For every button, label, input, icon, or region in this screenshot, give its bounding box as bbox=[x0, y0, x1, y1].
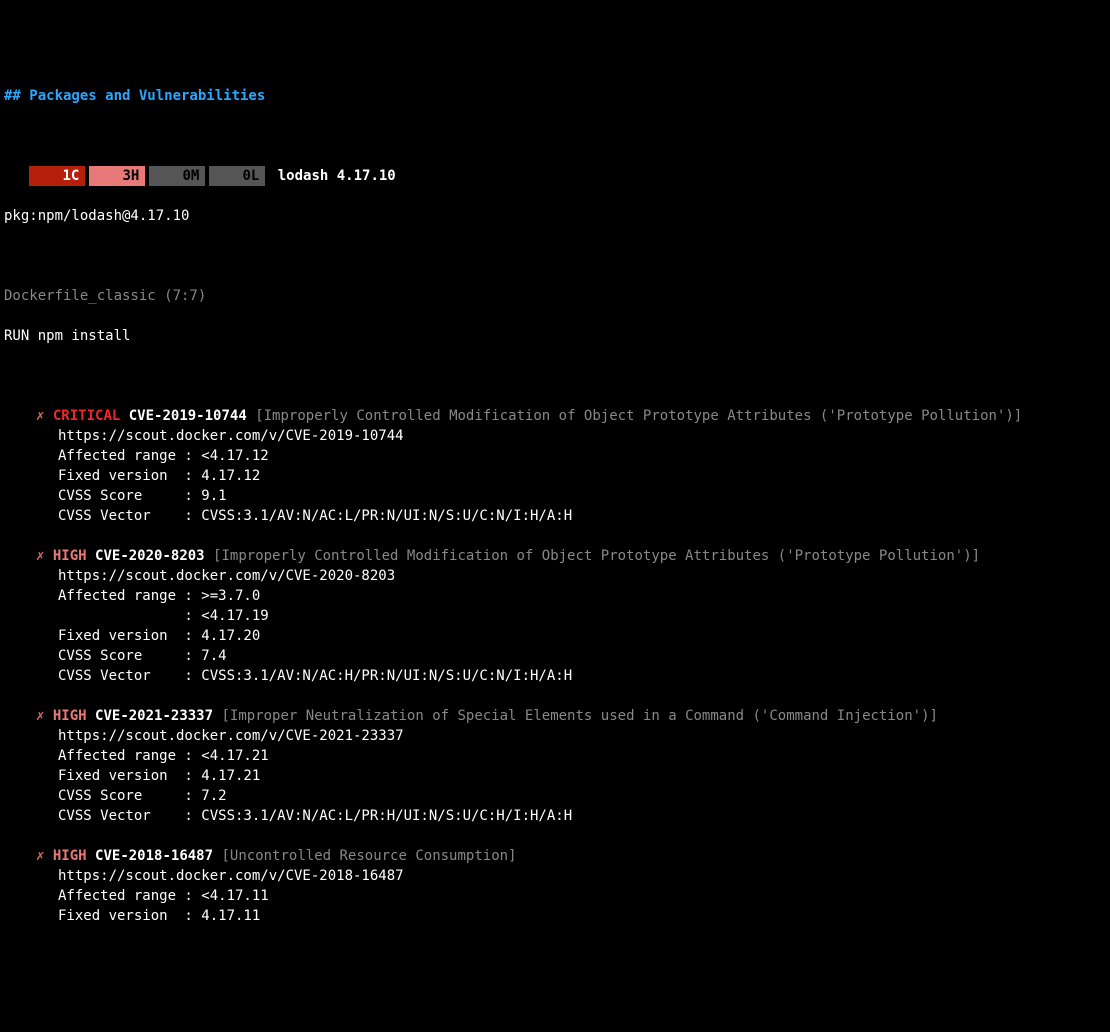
severity-label: CRITICAL bbox=[53, 408, 120, 424]
vuln-description: [Improperly Controlled Modification of O… bbox=[255, 408, 1022, 424]
cve-id[interactable]: CVE-2019-10744 bbox=[129, 408, 247, 424]
badge-critical: 1C bbox=[29, 166, 85, 186]
source-line: RUN npm install bbox=[4, 326, 1106, 346]
vuln-url[interactable]: https://scout.docker.com/v/CVE-2021-2333… bbox=[4, 726, 1106, 746]
cve-id[interactable]: CVE-2020-8203 bbox=[95, 548, 205, 564]
vuln-field: CVSS Vector : CVSS:3.1/AV:N/AC:L/PR:H/UI… bbox=[4, 806, 1106, 826]
vuln-description: [Improper Neutralization of Special Elem… bbox=[221, 708, 937, 724]
vuln-url[interactable]: https://scout.docker.com/v/CVE-2020-8203 bbox=[4, 566, 1106, 586]
source-file: Dockerfile_classic (7:7) bbox=[4, 286, 1106, 306]
x-icon: ✗ bbox=[36, 548, 44, 564]
vuln-field: : <4.17.19 bbox=[4, 606, 1106, 626]
vuln-field: CVSS Score : 7.2 bbox=[4, 786, 1106, 806]
vuln-field: CVSS Score : 9.1 bbox=[4, 486, 1106, 506]
package-purl: pkg:npm/lodash@4.17.10 bbox=[4, 206, 1106, 226]
vuln-field: Affected range : <4.17.12 bbox=[4, 446, 1106, 466]
vuln-field: CVSS Score : 7.4 bbox=[4, 646, 1106, 666]
vulnerability-list: ✗ CRITICAL CVE-2019-10744 [Improperly Co… bbox=[4, 406, 1106, 926]
vuln-url[interactable]: https://scout.docker.com/v/CVE-2018-1648… bbox=[4, 866, 1106, 886]
vuln-url[interactable]: https://scout.docker.com/v/CVE-2019-1074… bbox=[4, 426, 1106, 446]
vuln-field: CVSS Vector : CVSS:3.1/AV:N/AC:L/PR:N/UI… bbox=[4, 506, 1106, 526]
badge-low: 0L bbox=[209, 166, 265, 186]
vuln-header: ✗ HIGH CVE-2021-23337 [Improper Neutrali… bbox=[4, 706, 1106, 726]
vuln-field: Fixed version : 4.17.20 bbox=[4, 626, 1106, 646]
vuln-description: [Improperly Controlled Modification of O… bbox=[213, 548, 980, 564]
x-icon: ✗ bbox=[36, 408, 44, 424]
vuln-field: Affected range : <4.17.11 bbox=[4, 886, 1106, 906]
vuln-field: Affected range : <4.17.21 bbox=[4, 746, 1106, 766]
x-icon: ✗ bbox=[36, 848, 44, 864]
cve-id[interactable]: CVE-2018-16487 bbox=[95, 848, 213, 864]
package-name: lodash 4.17.10 bbox=[278, 168, 396, 184]
vuln-field: Fixed version : 4.17.11 bbox=[4, 906, 1106, 926]
x-icon: ✗ bbox=[36, 708, 44, 724]
vuln-header: ✗ HIGH CVE-2020-8203 [Improperly Control… bbox=[4, 546, 1106, 566]
severity-summary: 1C3H0M0L lodash 4.17.10 bbox=[4, 166, 1106, 186]
severity-label: HIGH bbox=[53, 708, 87, 724]
vuln-field: CVSS Vector : CVSS:3.1/AV:N/AC:H/PR:N/UI… bbox=[4, 666, 1106, 686]
vuln-field: Fixed version : 4.17.21 bbox=[4, 766, 1106, 786]
severity-label: HIGH bbox=[53, 848, 87, 864]
vuln-description: [Uncontrolled Resource Consumption] bbox=[221, 848, 516, 864]
section-heading: ## Packages and Vulnerabilities bbox=[4, 88, 265, 104]
vuln-header: ✗ HIGH CVE-2018-16487 [Uncontrolled Reso… bbox=[4, 846, 1106, 866]
severity-label: HIGH bbox=[53, 548, 87, 564]
cve-id[interactable]: CVE-2021-23337 bbox=[95, 708, 213, 724]
vuln-field: Affected range : >=3.7.0 bbox=[4, 586, 1106, 606]
badge-high: 3H bbox=[89, 166, 145, 186]
vuln-field: Fixed version : 4.17.12 bbox=[4, 466, 1106, 486]
badge-medium: 0M bbox=[149, 166, 205, 186]
vuln-header: ✗ CRITICAL CVE-2019-10744 [Improperly Co… bbox=[4, 406, 1106, 426]
